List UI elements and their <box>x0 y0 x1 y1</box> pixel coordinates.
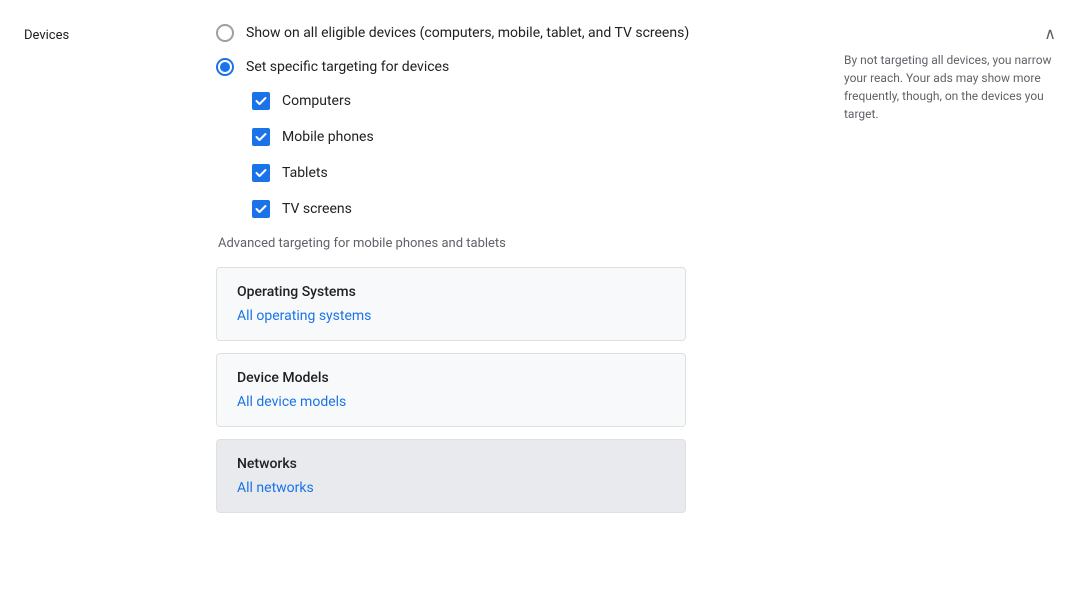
checkbox-box-tablets <box>252 164 270 182</box>
radio-label-specific: Set specific targeting for devices <box>246 59 449 75</box>
radio-circle-specific <box>216 58 234 76</box>
radio-all-eligible[interactable]: Show on all eligible devices (computers,… <box>216 24 804 42</box>
checkbox-label-mobile: Mobile phones <box>282 129 374 145</box>
advanced-targeting-label: Advanced targeting for mobile phones and… <box>218 236 804 251</box>
checkbox-label-computers: Computers <box>282 93 351 109</box>
card-device-models: Device Models All device models <box>216 353 686 427</box>
radio-label-all-eligible: Show on all eligible devices (computers,… <box>246 25 689 41</box>
collapse-icon[interactable]: ∧ <box>1044 24 1056 43</box>
card-link-models[interactable]: All device models <box>237 394 346 410</box>
info-panel-text: By not targeting all devices, you narrow… <box>844 51 1056 123</box>
main-content: Show on all eligible devices (computers,… <box>200 20 820 596</box>
checkbox-box-tv <box>252 200 270 218</box>
radio-circle-all-eligible <box>216 24 234 42</box>
section-label: Devices <box>0 20 200 596</box>
card-link-os[interactable]: All operating systems <box>237 308 371 324</box>
info-panel-header: ∧ <box>844 24 1056 43</box>
checkbox-label-tv: TV screens <box>282 201 352 217</box>
checkbox-computers[interactable]: Computers <box>252 92 804 110</box>
card-title-os: Operating Systems <box>237 284 665 300</box>
card-operating-systems: Operating Systems All operating systems <box>216 267 686 341</box>
checkbox-tv-screens[interactable]: TV screens <box>252 200 804 218</box>
checkbox-box-computers <box>252 92 270 110</box>
card-title-networks: Networks <box>237 456 665 472</box>
card-networks: Networks All networks <box>216 439 686 513</box>
checkbox-label-tablets: Tablets <box>282 165 328 181</box>
checkbox-mobile-phones[interactable]: Mobile phones <box>252 128 804 146</box>
radio-specific-targeting[interactable]: Set specific targeting for devices <box>216 58 804 76</box>
info-panel: ∧ By not targeting all devices, you narr… <box>820 20 1080 596</box>
card-link-networks[interactable]: All networks <box>237 480 314 496</box>
page-container: Devices Show on all eligible devices (co… <box>0 0 1080 616</box>
devices-label: Devices <box>24 28 69 43</box>
device-checkboxes: Computers Mobile phones Tablets <box>252 92 804 218</box>
checkbox-box-mobile <box>252 128 270 146</box>
card-title-models: Device Models <box>237 370 665 386</box>
checkbox-tablets[interactable]: Tablets <box>252 164 804 182</box>
